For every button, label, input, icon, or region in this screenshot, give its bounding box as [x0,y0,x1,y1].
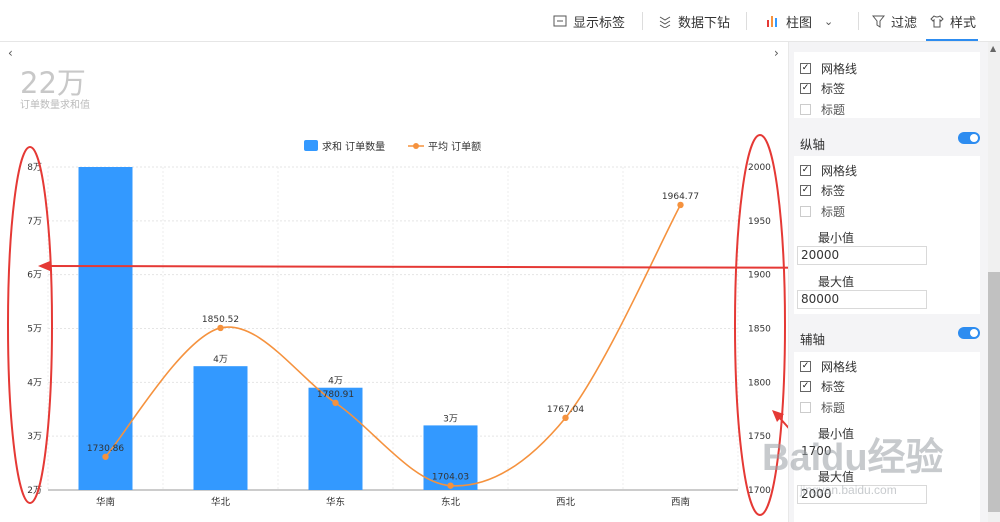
legend-line-label: 平均 订单额 [428,140,481,153]
chart-legend: 求和 订单数量 平均 订单额 [304,140,481,153]
y-axis-max-label: 最大值 [818,275,855,289]
line-data-label: 1730.86 [87,444,124,454]
x-axis-title-checkbox[interactable]: 标题 [800,101,845,118]
x-axis-gridline-checkbox[interactable]: ✓ 网格线 [800,60,857,77]
legend-bar-label: 求和 订单数量 [322,140,385,153]
y-left-tick-label: 6万 [27,271,42,281]
x-tick-label: 华北 [211,496,231,508]
x-tick-label: 华东 [326,496,345,508]
x-tick-label: 西南 [671,496,690,508]
secondary-axis-label-checkbox[interactable]: ✓ 标签 [800,378,845,395]
chevron-down-icon: ⌄ [824,14,834,28]
line-data-label: 1704.03 [432,473,469,483]
line-data-label: 1767.04 [547,405,584,415]
watermark-url: jingyan.baidu.com [799,483,897,497]
bar-data-label: 4万 [213,355,228,365]
line-data-label: 1850.52 [202,315,239,325]
secondary-axis-toggle[interactable] [958,327,980,339]
bar-华北 [193,366,248,490]
secondary-axis-gridline-checkbox[interactable]: ✓ 网格线 [800,358,857,375]
line-point [677,201,684,209]
y-left-tick-label: 4万 [27,378,42,388]
chart-grid [47,166,739,491]
style-tab[interactable]: 样式 [930,9,976,33]
y-left-tick-label: 7万 [27,217,42,227]
watermark-brand: Baidu经验 [762,437,944,479]
shirt-icon [930,14,944,27]
y-axis-max-input[interactable]: 80000 [797,290,927,309]
style-label: 样式 [950,15,977,31]
filter-tab[interactable]: 过滤 [872,9,917,33]
line-data-label: 1964.77 [662,192,699,202]
x-tick-label: 东北 [441,496,461,508]
bar-data-label: 4万 [328,377,343,387]
y-axis-gridline-checkbox[interactable]: ✓ 网格线 [800,162,857,179]
filter-icon [872,15,885,28]
x-tick-label: 华南 [96,496,115,508]
line-point [102,453,109,460]
line-point [332,399,339,407]
active-tab-indicator [926,39,978,41]
chart-axes: 2万3万4万5万6万7万8万17001750180018501900195020… [27,163,771,508]
y-right-tick-label: 1950 [748,217,771,227]
chart-type-label: 柱图 [786,15,813,31]
line-point [447,482,454,489]
secondary-axis-section-title: 辅轴 [800,332,826,347]
filter-label: 过滤 [891,15,918,31]
scroll-up-icon[interactable]: ▲ [990,44,996,53]
y-right-tick-label: 1850 [748,325,771,335]
combo-chart: 求和 订单数量 平均 订单额 2万3万4万5万6万7万8万17001750180… [7,134,944,518]
line-point [217,324,224,332]
y-left-tick-label: 3万 [27,432,42,442]
y-axis-section-title: 纵轴 [800,137,826,152]
x-axis-label-checkbox[interactable]: ✓ 标签 [800,80,845,97]
legend-bar-swatch [304,140,318,151]
scrollbar-thumb[interactable] [988,272,1000,512]
y-axis-min-input[interactable]: 20000 [797,246,927,265]
annotation-arrow-left-head [38,261,50,271]
y-axis-toggle[interactable] [958,132,980,144]
y-axis-min-label: 最小值 [818,231,855,245]
y-right-tick-label: 1900 [748,271,771,281]
baidu-watermark-logo: Baidu经验 jingyan.baidu.com [762,437,944,497]
line-point [562,414,569,422]
bar-data-label: 3万 [443,414,458,424]
y-right-tick-label: 2000 [748,163,771,173]
y-axis-title-checkbox[interactable]: 标题 [800,203,845,220]
y-axis-label-checkbox[interactable]: ✓ 标签 [800,182,845,199]
y-left-tick-label: 5万 [27,325,42,335]
line-data-label: 1780.91 [317,390,354,400]
bar-华南 [78,167,133,490]
x-tick-label: 西北 [556,497,576,508]
y-right-tick-label: 1800 [748,378,771,388]
